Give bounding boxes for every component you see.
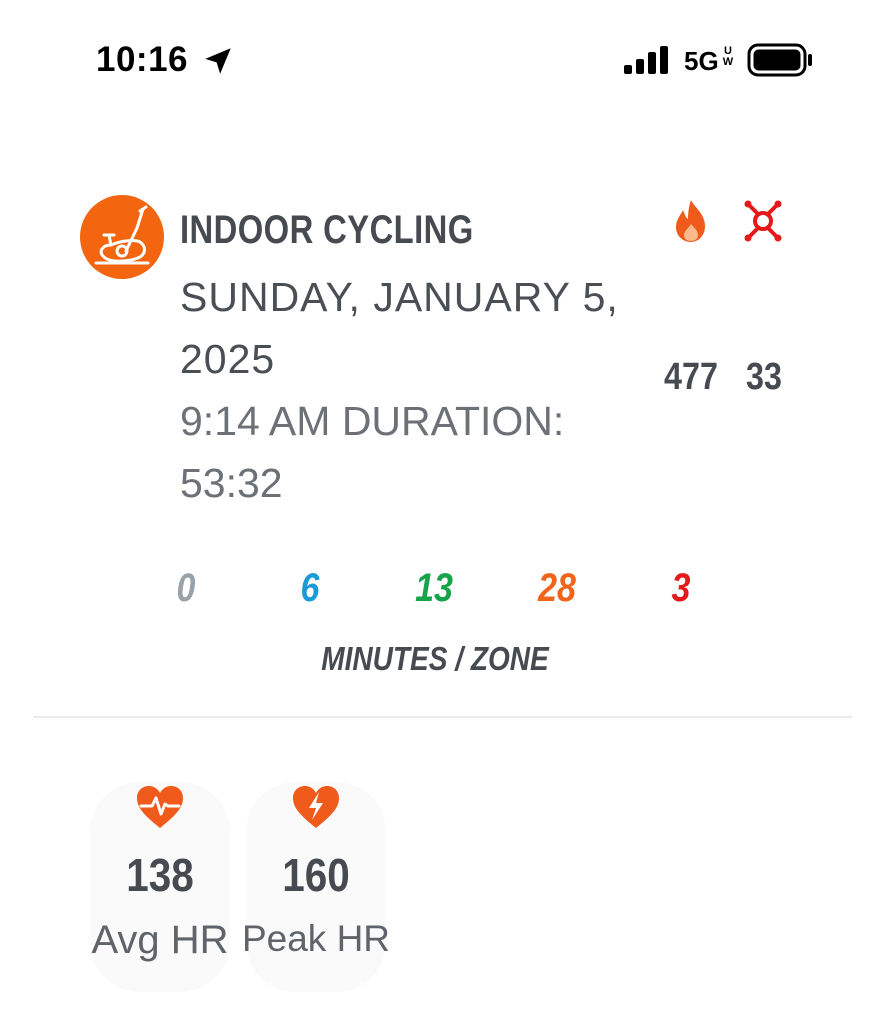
minutes-per-zone-label: MINUTES / ZONE xyxy=(321,640,549,677)
peak-hr-label: Peak HR xyxy=(241,918,391,959)
splat-points-value: 33 xyxy=(746,356,782,398)
network-badge: UW xyxy=(722,45,734,68)
splat-points-icon xyxy=(744,200,782,242)
zone-blue-minutes: 6 xyxy=(300,566,320,610)
zone-gray-minutes: 0 xyxy=(176,566,196,610)
status-bar: 10:16 5G UW xyxy=(0,0,885,120)
zone-red-minutes: 3 xyxy=(671,566,691,610)
workout-date: SUNDAY, JANUARY 5, 2025 xyxy=(180,274,619,382)
location-arrow-icon xyxy=(205,48,231,74)
indoor-cycling-icon xyxy=(80,195,164,279)
network-type: 5G xyxy=(684,46,719,76)
flame-icon xyxy=(676,200,705,242)
heart-pulse-icon xyxy=(137,786,183,828)
avg-hr-value: 138 xyxy=(126,849,194,901)
avg-hr-label: Avg HR xyxy=(91,918,229,962)
workout-title: INDOOR CYCLING xyxy=(180,208,474,252)
section-divider xyxy=(33,716,852,718)
cellular-signal-icon xyxy=(624,46,668,74)
zone-green-minutes: 13 xyxy=(415,566,453,610)
heart-bolt-icon xyxy=(293,786,339,828)
battery-icon xyxy=(747,43,812,77)
zone-orange-minutes: 28 xyxy=(538,566,576,610)
workout-time-duration: 9:14 AM DURATION: 53:32 xyxy=(180,398,565,506)
calories-value: 477 xyxy=(664,356,718,398)
peak-hr-value: 160 xyxy=(282,849,350,901)
status-time: 10:16 xyxy=(96,40,189,79)
